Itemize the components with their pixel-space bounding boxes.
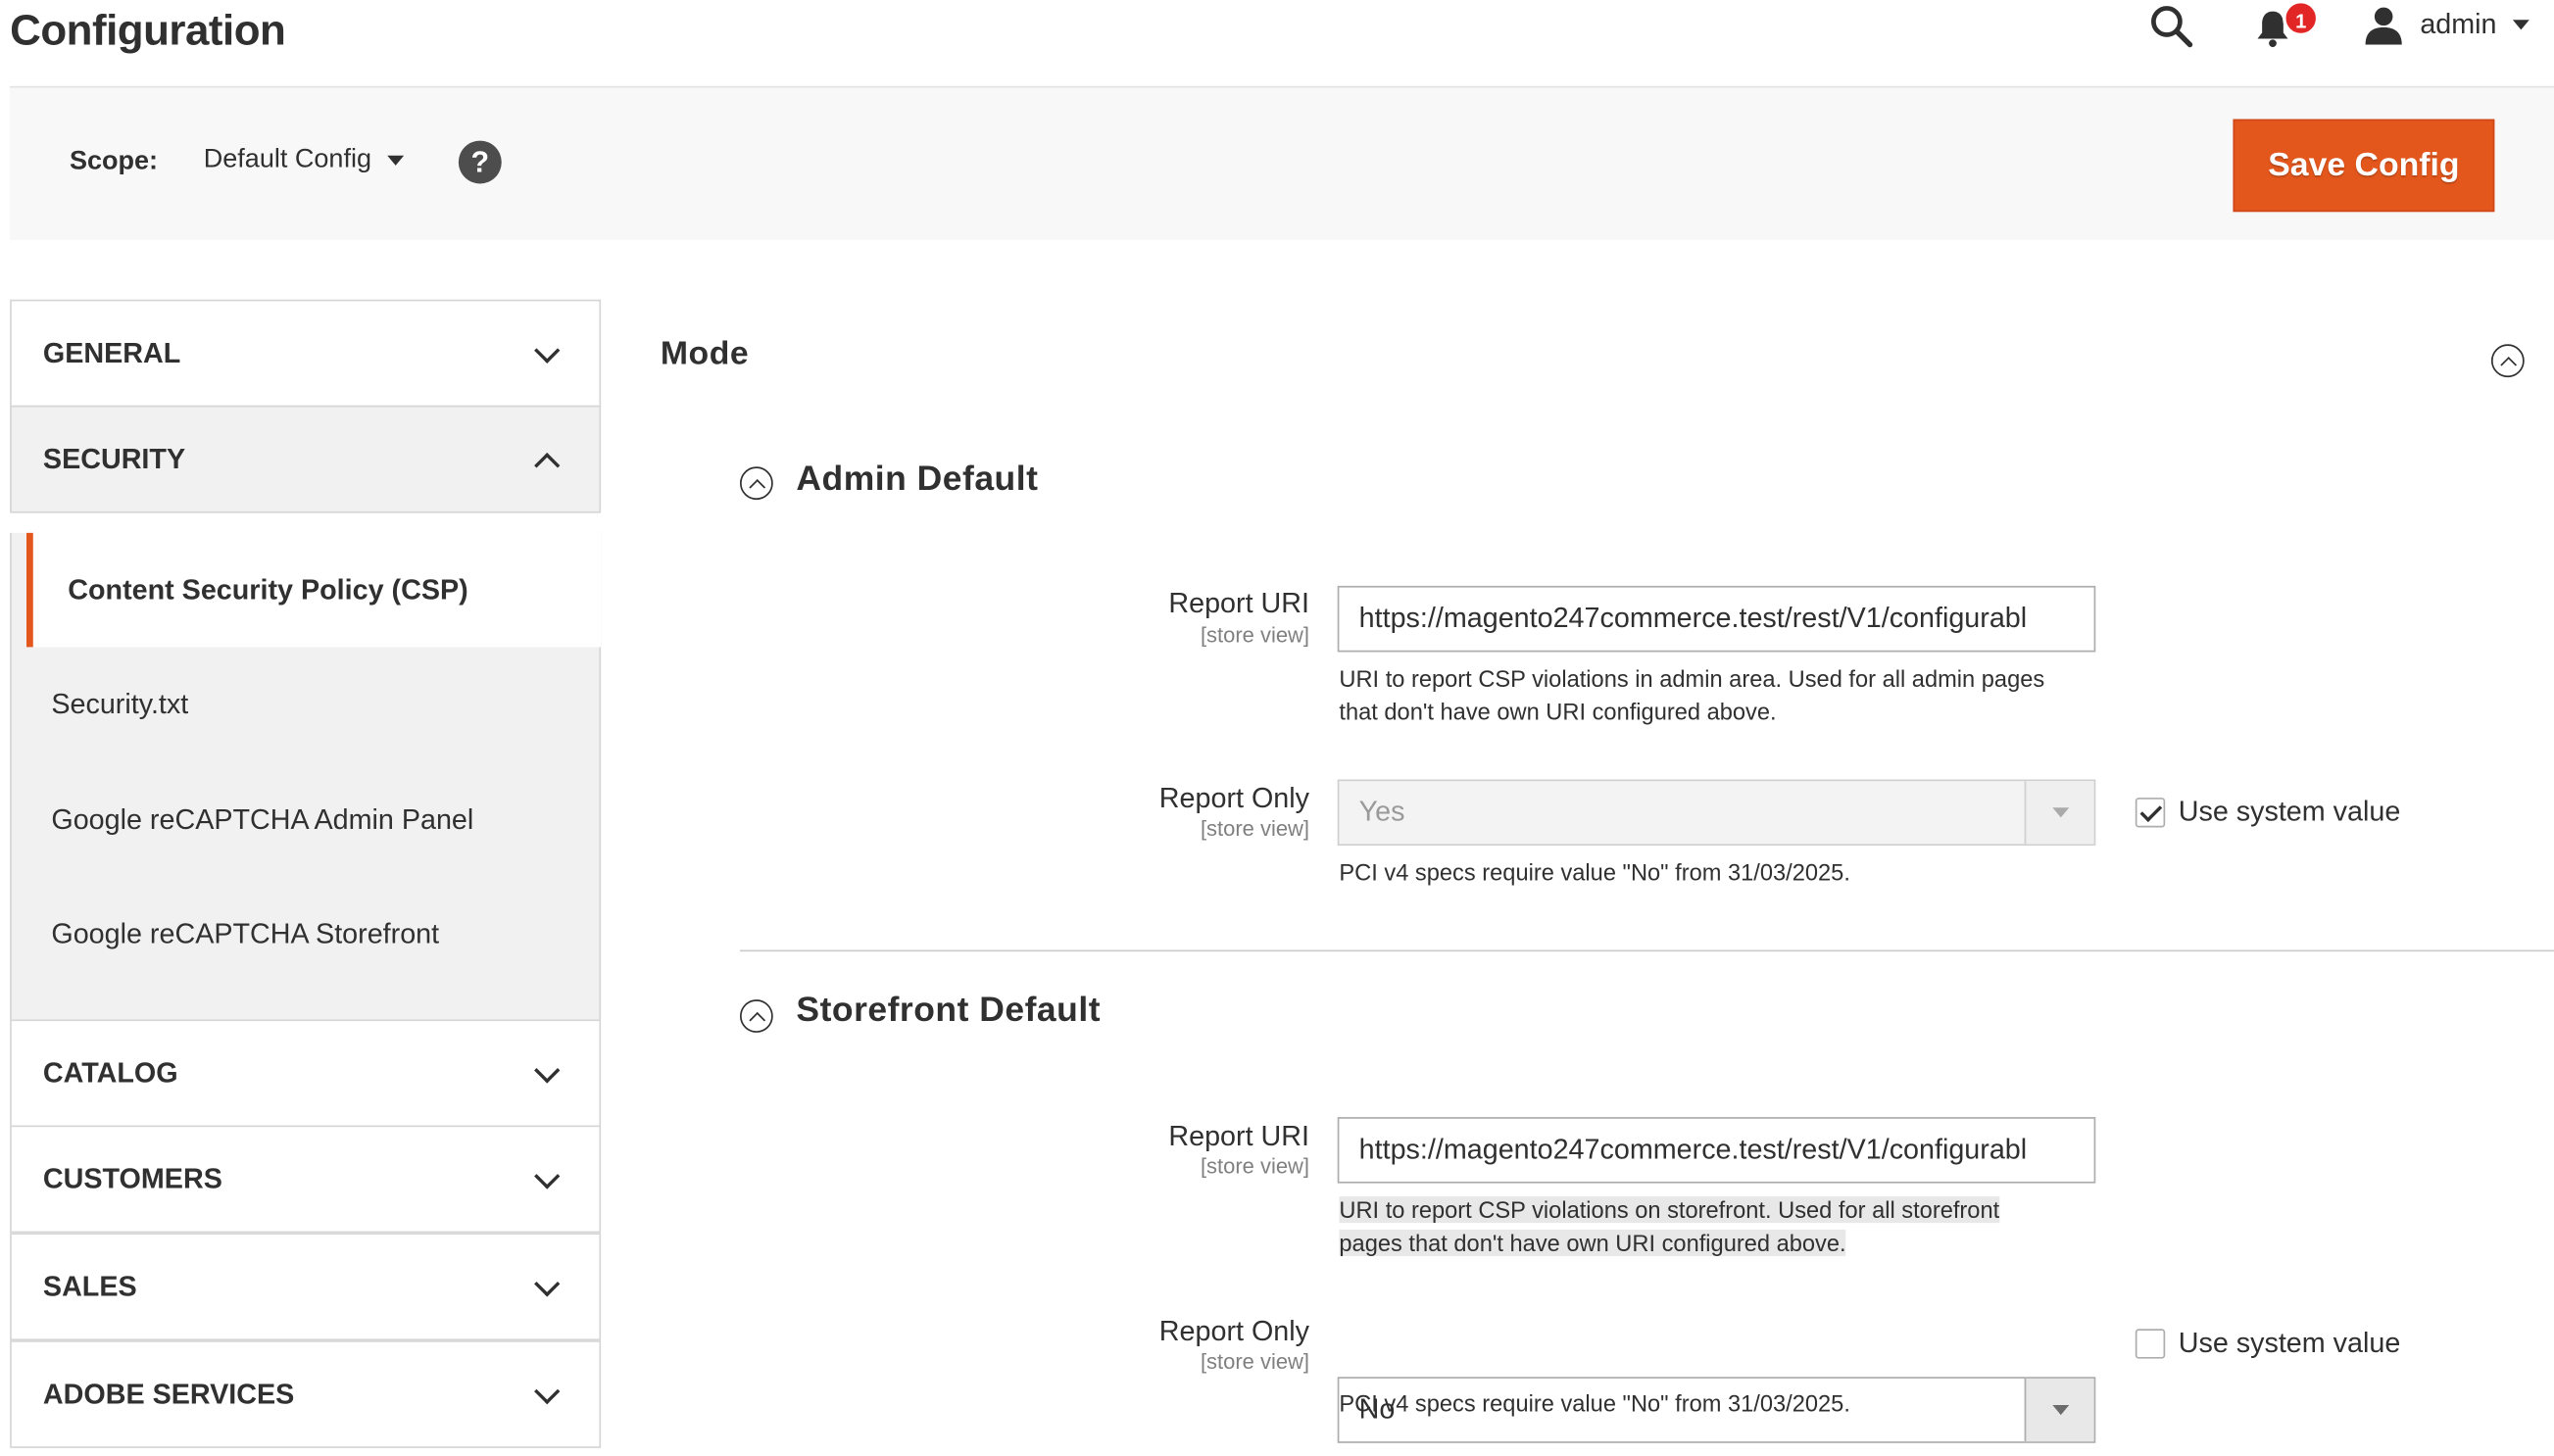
notifications-button[interactable]: 1	[2251, 0, 2328, 60]
admin-report-only-select: Yes	[1337, 779, 2096, 847]
tab-catalog[interactable]: CATALOG	[10, 1019, 602, 1128]
tab-label: CUSTOMERS	[42, 1162, 222, 1194]
admin-user-menu[interactable]: admin	[2364, 0, 2530, 50]
field-label-report-uri: Report URI	[1168, 1120, 1309, 1152]
field-note: PCI v4 specs require value "No" from 31/…	[1339, 1389, 1850, 1417]
sidebar-item-recaptcha-admin[interactable]: Google reCAPTCHA Admin Panel	[12, 763, 600, 878]
storefront-report-uri-input[interactable]: https://magento247commerce.test/rest/V1/…	[1337, 1117, 2096, 1184]
sidebar-item-label: Security.txt	[51, 687, 189, 719]
chevron-down-icon	[2513, 20, 2530, 30]
chevron-down-icon	[534, 1378, 561, 1404]
user-icon	[2365, 7, 2402, 45]
chevron-down-icon	[534, 1162, 561, 1189]
field-note: URI to report CSP violations on storefro…	[1339, 1193, 2117, 1260]
use-system-value-checkbox[interactable]	[2135, 798, 2166, 828]
collapse-group-icon[interactable]	[739, 999, 773, 1033]
storefront-use-system-value[interactable]: Use system value	[2135, 1327, 2401, 1361]
scope-label: Scope:	[69, 147, 159, 176]
tab-label: GENERAL	[42, 336, 181, 368]
field-scope: [store view]	[1200, 1348, 1309, 1374]
section-title-mode[interactable]: Mode	[661, 336, 749, 374]
sidebar-item-security-txt[interactable]: Security.txt	[12, 647, 600, 761]
chevron-down-icon	[2051, 807, 2069, 818]
group-divider	[739, 949, 2554, 952]
tab-adobe-services[interactable]: ADOBE SERVICES	[10, 1340, 602, 1448]
collapse-section-icon[interactable]	[2490, 344, 2525, 378]
note-line: pages that don't have own URI configured…	[1339, 1229, 1846, 1256]
help-icon[interactable]: ?	[458, 140, 502, 184]
sidebar-item-label: Google reCAPTCHA Storefront	[51, 917, 440, 949]
chevron-up-icon	[534, 452, 561, 478]
collapse-group-icon[interactable]	[739, 466, 773, 501]
note-line: URI to report CSP violations on storefro…	[1339, 1196, 2000, 1224]
use-system-value-checkbox[interactable]	[2135, 1329, 2166, 1359]
scope-bar: Scope: Default Config ? Save Config	[10, 85, 2554, 240]
field-scope: [store view]	[1200, 622, 1309, 648]
tab-sales[interactable]: SALES	[10, 1233, 602, 1341]
tab-label: SECURITY	[42, 442, 186, 474]
use-system-value-label: Use system value	[2178, 1327, 2401, 1359]
note-line: URI to report CSP violations in admin ar…	[1339, 664, 2045, 693]
admin-use-system-value[interactable]: Use system value	[2135, 796, 2401, 829]
sidebar-item-label: Google reCAPTCHA Admin Panel	[51, 803, 474, 836]
group-title-storefront-default[interactable]: Storefront Default	[796, 992, 1101, 1032]
field-note: PCI v4 specs require value "No" from 31/…	[1339, 858, 1850, 886]
tab-label: SALES	[42, 1270, 137, 1302]
field-label-report-only: Report Only	[1158, 1315, 1309, 1347]
field-label-report-only: Report Only	[1158, 782, 1309, 814]
save-config-button[interactable]: Save Config	[2233, 119, 2495, 213]
scope-switcher[interactable]: Default Config	[204, 146, 405, 175]
field-scope: [store view]	[1200, 815, 1309, 842]
search-icon[interactable]	[2148, 3, 2194, 49]
admin-username: admin	[2420, 8, 2497, 40]
chevron-down-icon	[534, 336, 561, 364]
security-submenu: Content Security Policy (CSP) Security.t…	[10, 532, 602, 1020]
note-line: that don't have own URI configured above…	[1339, 698, 1777, 725]
tab-label: ADOBE SERVICES	[42, 1378, 295, 1410]
sidebar-item-csp[interactable]: Content Security Policy (CSP)	[26, 532, 602, 648]
sidebar-item-label: Content Security Policy (CSP)	[68, 573, 468, 606]
group-title-admin-default[interactable]: Admin Default	[796, 461, 1038, 501]
field-label-report-uri: Report URI	[1168, 587, 1309, 619]
sidebar-item-recaptcha-storefront[interactable]: Google reCAPTCHA Storefront	[12, 877, 600, 992]
field-scope: [store view]	[1200, 1153, 1309, 1179]
tab-label: CATALOG	[42, 1056, 178, 1089]
select-value: Yes	[1358, 796, 1405, 828]
scope-value: Default Config	[203, 145, 371, 174]
page-title: Configuration	[10, 5, 286, 55]
tab-security[interactable]: SECURITY	[10, 405, 602, 513]
tab-general[interactable]: GENERAL	[10, 299, 602, 408]
chevron-down-icon	[534, 1270, 561, 1296]
field-note: URI to report CSP violations in admin ar…	[1339, 662, 2117, 729]
tab-customers[interactable]: CUSTOMERS	[10, 1125, 602, 1234]
notification-count-badge: 1	[2283, 0, 2320, 37]
admin-report-uri-input[interactable]: https://magento247commerce.test/rest/V1/…	[1337, 585, 2096, 653]
chevron-down-icon	[387, 155, 405, 166]
use-system-value-label: Use system value	[2178, 796, 2401, 828]
chevron-down-icon	[534, 1056, 561, 1083]
select-toggle	[2024, 781, 2094, 845]
